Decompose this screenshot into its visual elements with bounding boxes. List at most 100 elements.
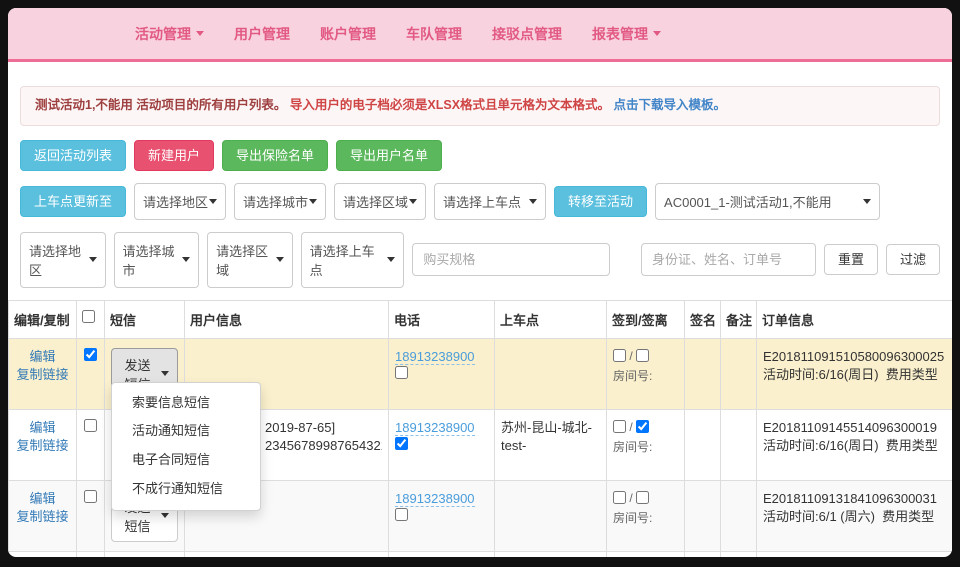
update-pickup-button[interactable]: 上车点更新至 xyxy=(20,186,126,217)
row-select-cell xyxy=(77,480,105,551)
table-row: 编辑 复制链接 发送短信 李五 [不明 2019-01-31] xyxy=(9,551,953,557)
row-checkbox[interactable] xyxy=(84,348,97,361)
filter-city-select[interactable]: 请选择城市 xyxy=(114,232,200,288)
row-select-cell xyxy=(77,338,105,409)
signature-cell xyxy=(685,338,721,409)
chevron-down-icon xyxy=(863,199,871,204)
filter-pickup-select[interactable]: 请选择上车点 xyxy=(301,232,405,288)
phone-checkbox[interactable] xyxy=(395,508,408,521)
sign-out-checkbox[interactable] xyxy=(636,349,649,362)
order-number: E20181109131841096300031 xyxy=(763,490,952,509)
filter-district-select[interactable]: 请选择区域 xyxy=(207,232,293,288)
select-value: 请选择上车点 xyxy=(443,192,521,211)
nav-item-shuttle-point-mgmt[interactable]: 接驳点管理 xyxy=(492,24,562,44)
sign-out-checkbox[interactable] xyxy=(636,420,649,433)
transfer-to-activity-button[interactable]: 转移至活动 xyxy=(554,186,647,217)
new-user-button[interactable]: 新建用户 xyxy=(134,140,214,171)
copy-link[interactable]: 复制链接 xyxy=(16,438,68,453)
col-header-signature: 签名 xyxy=(685,300,721,338)
app-window: 活动管理 用户管理 账户管理 车队管理 接驳点管理 报表管理 测试活动1,不能用… xyxy=(8,8,952,557)
order-number: E20181109145514096300019 xyxy=(763,419,952,438)
spec-input[interactable] xyxy=(412,243,610,276)
chevron-down-icon xyxy=(529,199,537,204)
select-value: 请选择城市 xyxy=(243,192,308,211)
sign-in-checkbox[interactable] xyxy=(613,491,626,504)
sign-in-checkbox[interactable] xyxy=(613,349,626,362)
reset-button[interactable]: 重置 xyxy=(824,244,878,275)
chevron-down-icon xyxy=(161,513,169,518)
edit-cell: 编辑 复制链接 xyxy=(9,338,77,409)
chevron-down-icon xyxy=(161,371,169,376)
row-select-cell xyxy=(77,551,105,557)
nav-item-label: 活动管理 xyxy=(135,24,191,44)
col-header-edit: 编辑/复制 xyxy=(9,300,77,338)
filter-button[interactable]: 过滤 xyxy=(886,244,940,275)
export-users-button[interactable]: 导出用户名单 xyxy=(336,140,442,171)
target-activity-select[interactable]: AC0001_1-测试活动1,不能用 xyxy=(655,183,880,220)
user-info-cell: 李五 [不明 2019-01-31] 台胞证: ef4334 xyxy=(185,551,389,557)
edit-link[interactable]: 编辑 xyxy=(29,420,55,435)
phone-checkbox[interactable] xyxy=(395,437,408,450)
row-checkbox[interactable] xyxy=(84,419,97,432)
menu-item-econtract-sms[interactable]: 电子合同短信 xyxy=(112,446,260,475)
sign-cell: / 房间号: xyxy=(607,338,685,409)
search-input[interactable] xyxy=(641,243,816,276)
menu-item-activity-notice-sms[interactable]: 活动通知短信 xyxy=(112,417,260,446)
room-label: 房间号: xyxy=(613,368,678,385)
row-checkbox[interactable] xyxy=(84,490,97,503)
edit-link[interactable]: 编辑 xyxy=(29,491,55,506)
phone-link[interactable]: 18913238900 xyxy=(395,420,475,436)
phone-link[interactable]: 18913238900 xyxy=(395,349,475,365)
sign-out-checkbox[interactable] xyxy=(636,491,649,504)
back-to-activities-button[interactable]: 返回活动列表 xyxy=(20,140,126,171)
order-number: E201811091510580096300025 xyxy=(763,348,952,367)
col-header-pickup: 上车点 xyxy=(495,300,607,338)
select-value: 请选择区域 xyxy=(216,241,276,279)
chevron-down-icon xyxy=(89,257,97,262)
nav-item-fleet-mgmt[interactable]: 车队管理 xyxy=(406,24,462,44)
nav-item-report-mgmt[interactable]: 报表管理 xyxy=(592,24,661,44)
select-value: 请选择区域 xyxy=(343,192,408,211)
menu-item-cancel-notice-sms[interactable]: 不成行通知短信 xyxy=(112,475,260,504)
region-select[interactable]: 请选择地区 xyxy=(134,183,226,220)
edit-link[interactable]: 编辑 xyxy=(29,349,55,364)
filter-region-select[interactable]: 请选择地区 xyxy=(20,232,106,288)
phone-link[interactable]: 18913238900 xyxy=(395,491,475,507)
phone-checkbox[interactable] xyxy=(395,366,408,379)
export-insurance-button[interactable]: 导出保险名单 xyxy=(222,140,328,171)
download-template-link[interactable]: 点击下载导入模板。 xyxy=(614,98,727,112)
sign-in-checkbox[interactable] xyxy=(613,420,626,433)
order-detail: 活动时间:6/1 (周六) 费用类型 xyxy=(763,508,952,527)
nav-item-account-mgmt[interactable]: 账户管理 xyxy=(320,24,376,44)
chevron-down-icon xyxy=(276,257,284,262)
pickup-update-row: 上车点更新至 请选择地区 请选择城市 请选择区域 请选择上车点 转移至活动 AC… xyxy=(20,183,940,220)
chevron-down-icon xyxy=(209,199,217,204)
order-info-cell: E201811091510580096300025 活动时间:6/16(周日) … xyxy=(757,338,953,409)
copy-link[interactable]: 复制链接 xyxy=(16,509,68,524)
nav-item-label: 用户管理 xyxy=(234,24,290,44)
pickup-point-select[interactable]: 请选择上车点 xyxy=(434,183,546,220)
district-select[interactable]: 请选择区域 xyxy=(334,183,426,220)
note-cell xyxy=(721,338,757,409)
note-cell xyxy=(721,551,757,557)
city-select[interactable]: 请选择城市 xyxy=(234,183,326,220)
order-info-cell: E20181109145514096300019 活动时间:6/16(周日) 费… xyxy=(757,409,953,480)
table-row: 编辑 复制链接 发送短信 索要信息短信 活动通知短信 xyxy=(9,338,953,409)
search-filter-row: 请选择地区 请选择城市 请选择区域 请选择上车点 重置 过滤 xyxy=(20,232,940,288)
nav-item-activity-mgmt[interactable]: 活动管理 xyxy=(135,24,204,44)
sign-separator: / xyxy=(629,491,632,505)
chevron-down-icon xyxy=(196,31,204,36)
select-value: 请选择上车点 xyxy=(310,241,388,279)
order-detail: 活动时间:6/16(周日) 费用类型 xyxy=(763,437,952,456)
menu-item-request-info-sms[interactable]: 索要信息短信 xyxy=(112,389,260,418)
sign-cell: / 房间号: xyxy=(607,551,685,557)
note-cell xyxy=(721,409,757,480)
copy-link[interactable]: 复制链接 xyxy=(16,367,68,382)
nav-item-user-mgmt[interactable]: 用户管理 xyxy=(234,24,290,44)
select-all-checkbox[interactable] xyxy=(82,310,95,323)
edit-cell: 编辑 复制链接 xyxy=(9,409,77,480)
edit-cell: 编辑 复制链接 xyxy=(9,480,77,551)
sms-cell: 发送短信 索要信息短信 活动通知短信 电子合同短信 不成行通知短信 xyxy=(105,338,185,409)
sign-cell: / 房间号: xyxy=(607,480,685,551)
col-header-select-all xyxy=(77,300,105,338)
